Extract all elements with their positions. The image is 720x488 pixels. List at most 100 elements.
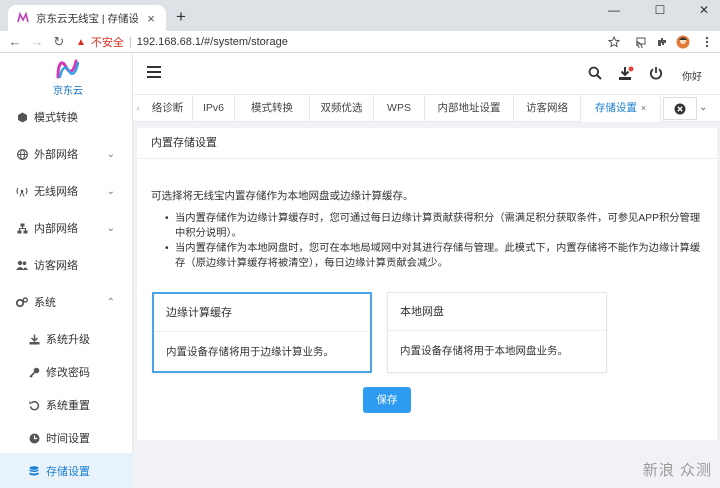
sidebar: 京东云 模式转换 外部网络 ⌄ 无线网络 ⌄ 内部网络 ⌄ 访客网络 系统 ⌃ …	[0, 53, 133, 488]
sidebar-item-label: 系统升级	[46, 334, 90, 346]
tab-guest-network[interactable]: 访客网络	[514, 95, 581, 122]
wifi-antenna-icon	[16, 185, 28, 197]
address-bar-row: ← → ↻ ▲ 不安全 | 192.168.68.1/#/system/stor…	[0, 31, 720, 53]
sidebar-item-mode-switch[interactable]: 模式转换	[0, 99, 133, 135]
tab-storage-settings[interactable]: 存储设置 ×	[581, 95, 661, 122]
sidebar-item-label: 外部网络	[34, 149, 78, 161]
sidebar-item-system-upgrade[interactable]: 系统升级	[0, 321, 133, 357]
tab-close-icon[interactable]: ×	[641, 103, 646, 113]
sidebar-item-label: 内部网络	[34, 223, 78, 235]
jdcloud-logo-icon	[56, 59, 80, 79]
tab-dual-band[interactable]: 双频优选	[310, 95, 374, 122]
maximize-icon[interactable]: ☐	[646, 3, 674, 17]
extensions-icon[interactable]	[655, 35, 669, 49]
power-icon[interactable]	[649, 66, 665, 82]
user-greeting[interactable]: 你好	[682, 68, 702, 83]
option-local-disk[interactable]: 本地网盘 内置设备存储将用于本地网盘业务。	[387, 292, 607, 373]
sidebar-item-label: 时间设置	[46, 433, 90, 445]
jdcloud-favicon-icon	[16, 11, 30, 25]
list-item: 当内置存储作为本地网盘时，您可在本地局域网中对其进行存储与管理。此模式下，内置存…	[165, 241, 710, 271]
chevron-down-icon: ⌄	[106, 185, 115, 197]
card-title: 内置存储设置	[137, 128, 717, 159]
tab-ipv6[interactable]: IPv6	[193, 95, 235, 122]
key-icon	[28, 366, 40, 378]
download-icon	[28, 333, 40, 345]
sidebar-item-wireless-network[interactable]: 无线网络 ⌄	[0, 173, 133, 209]
more-menu-icon[interactable]	[700, 35, 714, 49]
url-field[interactable]: ▲ 不安全 | 192.168.68.1/#/system/storage	[76, 33, 631, 51]
menu-toggle-icon[interactable]	[147, 66, 161, 80]
tab-mode-switch[interactable]: 模式转换	[235, 95, 310, 122]
tabs-scroll-left-icon[interactable]: ‹	[133, 95, 143, 122]
url-text: 192.168.68.1/#/system/storage	[136, 36, 288, 48]
sidebar-item-label: 访客网络	[34, 260, 78, 272]
search-icon[interactable]	[588, 66, 604, 82]
tab-internal-address[interactable]: 内部地址设置	[425, 95, 514, 122]
sidebar-item-system[interactable]: 系统 ⌃	[0, 284, 133, 320]
list-item: 当内置存储作为边缘计算缓存时，您可通过每日边缘计算贡献获得积分（需满足积分获取条…	[165, 211, 710, 241]
url-separator: |	[128, 36, 132, 48]
sidebar-item-label: 存储设置	[46, 466, 90, 478]
reload-icon[interactable]: ↻	[52, 34, 66, 50]
sidebar-item-storage-settings[interactable]: 存储设置	[0, 453, 133, 488]
description: 可选择将无线宝内置存储作为本地网盘或边缘计算缓存。	[151, 190, 414, 202]
chevron-down-icon: ⌄	[106, 222, 115, 234]
option-edge-cache[interactable]: 边缘计算缓存 内置设备存储将用于边缘计算业务。	[152, 292, 372, 373]
network-icon	[16, 222, 28, 234]
minimize-icon[interactable]: —	[600, 3, 628, 17]
warning-icon: ▲	[76, 36, 86, 48]
reset-icon	[28, 399, 40, 411]
users-icon	[16, 259, 28, 271]
logo: 京东云	[48, 57, 88, 97]
option-title: 边缘计算缓存	[154, 294, 370, 332]
close-tabs-button[interactable]	[663, 97, 697, 120]
sidebar-item-guest-network[interactable]: 访客网络	[0, 247, 133, 283]
close-window-icon[interactable]: ✕	[690, 3, 718, 17]
sidebar-item-time-settings[interactable]: 时间设置	[0, 420, 133, 456]
mode-switch-icon	[16, 111, 28, 123]
watermark: 新浪 众测	[642, 462, 712, 479]
notes-list: 当内置存储作为边缘计算缓存时，您可通过每日边缘计算贡献获得积分（需满足积分获取条…	[165, 211, 710, 271]
save-button[interactable]: 保存	[363, 387, 411, 413]
cast-icon[interactable]	[633, 35, 647, 49]
gears-icon	[16, 296, 28, 308]
tab-network-diagnosis[interactable]: 络诊断	[143, 95, 193, 122]
chevron-down-icon: ⌄	[106, 148, 115, 160]
new-tab-button[interactable]: +	[172, 8, 190, 26]
sidebar-item-external-network[interactable]: 外部网络 ⌄	[0, 136, 133, 172]
page-tabs: ‹ 络诊断 IPv6 模式转换 双频优选 WPS 内部地址设置 访客网络 存储设…	[133, 95, 720, 122]
top-bar: 你好	[133, 53, 720, 95]
tab-wps[interactable]: WPS	[374, 95, 425, 122]
profile-avatar[interactable]	[676, 35, 690, 49]
globe-icon	[16, 148, 28, 160]
close-circle-icon	[674, 103, 686, 114]
chevron-up-icon: ⌃	[106, 296, 115, 308]
sidebar-item-label: 系统重置	[46, 400, 90, 412]
clock-icon	[28, 432, 40, 444]
close-tab-icon[interactable]: ×	[144, 11, 158, 26]
sidebar-item-internal-network[interactable]: 内部网络 ⌄	[0, 210, 133, 246]
tab-label: 存储设置	[594, 102, 637, 114]
forward-icon[interactable]: →	[30, 34, 44, 50]
sidebar-item-change-password[interactable]: 修改密码	[0, 354, 133, 390]
brand-name: 京东云	[53, 86, 83, 97]
tabs-dropdown-icon[interactable]: ⌄	[699, 102, 707, 113]
database-icon	[28, 465, 40, 477]
option-body: 内置设备存储将用于边缘计算业务。	[166, 346, 334, 358]
storage-settings-card: 内置存储设置 可选择将无线宝内置存储作为本地网盘或边缘计算缓存。 当内置存储作为…	[137, 128, 717, 440]
back-icon[interactable]: ←	[8, 34, 22, 50]
browser-tab[interactable]: 京东云无线宝 | 存储设置 ×	[8, 5, 166, 31]
sidebar-item-label: 无线网络	[34, 186, 78, 198]
sidebar-item-label: 修改密码	[46, 367, 90, 379]
browser-tab-title: 京东云无线宝 | 存储设置	[36, 12, 138, 25]
download-notification-icon[interactable]	[618, 66, 634, 82]
main-area: 你好 ‹ 络诊断 IPv6 模式转换 双频优选 WPS 内部地址设置 访客网络 …	[133, 53, 720, 488]
sidebar-item-system-reset[interactable]: 系统重置	[0, 387, 133, 423]
bookmark-star-icon[interactable]	[607, 35, 621, 49]
sidebar-item-label: 系统	[34, 297, 56, 309]
sidebar-item-label: 模式转换	[34, 112, 78, 124]
insecure-label: 不安全	[90, 37, 124, 49]
option-body: 内置设备存储将用于本地网盘业务。	[400, 345, 568, 357]
option-title: 本地网盘	[388, 293, 606, 331]
browser-tab-strip: 京东云无线宝 | 存储设置 × + — ☐ ✕	[0, 0, 720, 31]
